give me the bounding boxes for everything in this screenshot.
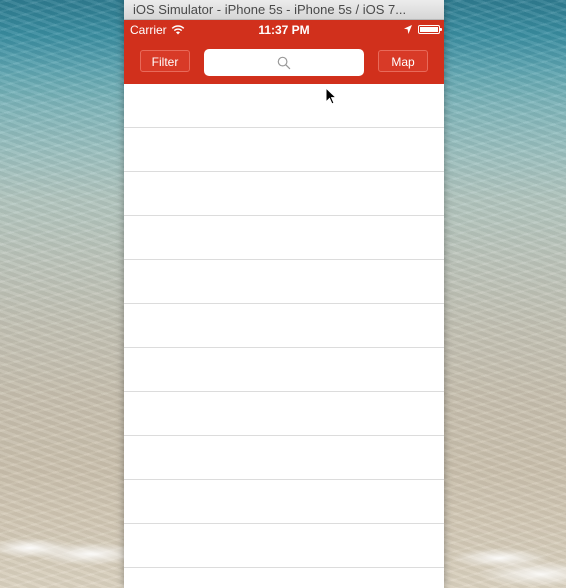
status-bar: Carrier 11:37 PM bbox=[124, 20, 444, 40]
table-row[interactable] bbox=[124, 216, 444, 260]
toolbar: Filter Map bbox=[124, 40, 444, 84]
table-row[interactable] bbox=[124, 480, 444, 524]
table-row[interactable] bbox=[124, 304, 444, 348]
simulator-window: iOS Simulator - iPhone 5s - iPhone 5s / … bbox=[124, 0, 444, 588]
table-row[interactable] bbox=[124, 172, 444, 216]
results-table[interactable] bbox=[124, 84, 444, 588]
table-row[interactable] bbox=[124, 392, 444, 436]
location-icon bbox=[404, 25, 412, 34]
window-title: iOS Simulator - iPhone 5s - iPhone 5s / … bbox=[124, 0, 444, 20]
table-row[interactable] bbox=[124, 436, 444, 480]
search-input[interactable] bbox=[204, 49, 364, 76]
status-time: 11:37 PM bbox=[258, 23, 310, 37]
navigation-bar: Carrier 11:37 PM Filter Map bbox=[124, 20, 444, 84]
table-row[interactable] bbox=[124, 568, 444, 588]
status-right-icons bbox=[404, 25, 442, 34]
battery-icon bbox=[418, 25, 442, 34]
table-row[interactable] bbox=[124, 84, 444, 128]
table-row[interactable] bbox=[124, 348, 444, 392]
table-row[interactable] bbox=[124, 128, 444, 172]
search-icon bbox=[277, 56, 291, 69]
mouse-cursor-icon bbox=[325, 87, 337, 105]
filter-button[interactable]: Filter bbox=[140, 50, 190, 72]
table-row[interactable] bbox=[124, 260, 444, 304]
map-button[interactable]: Map bbox=[378, 50, 428, 72]
table-row[interactable] bbox=[124, 524, 444, 568]
